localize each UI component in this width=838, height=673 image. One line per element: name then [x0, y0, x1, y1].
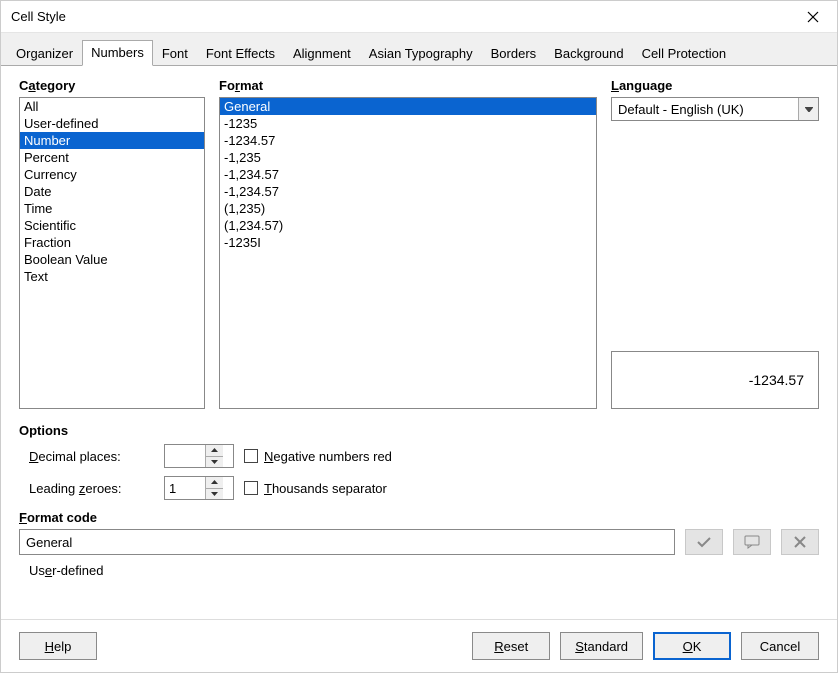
- negative-red-label: Negative numbers red: [264, 449, 392, 464]
- tab-font[interactable]: Font: [153, 41, 197, 66]
- list-item[interactable]: Time: [20, 200, 204, 217]
- format-code-input[interactable]: [19, 529, 675, 555]
- dialog-button-bar: Help Reset Standard OK Cancel: [1, 619, 837, 672]
- list-item[interactable]: -1,235: [220, 149, 596, 166]
- tab-numbers[interactable]: Numbers: [82, 40, 153, 66]
- negative-red-checkbox-row[interactable]: Negative numbers red: [244, 449, 444, 464]
- comment-icon: [744, 535, 760, 549]
- list-item[interactable]: -1234.57: [220, 132, 596, 149]
- spin-up-icon[interactable]: [206, 477, 223, 488]
- decimal-places-label: Decimal places:: [29, 449, 154, 464]
- help-button[interactable]: Help: [19, 632, 97, 660]
- tab-content: Category All User-defined Number Percent…: [1, 66, 837, 619]
- language-column: Language Default - English (UK) -1234.57: [611, 78, 819, 409]
- language-heading: Language: [611, 78, 819, 93]
- tab-cell-protection[interactable]: Cell Protection: [633, 41, 736, 66]
- spin-down-icon[interactable]: [206, 488, 223, 500]
- close-button[interactable]: [793, 3, 833, 31]
- list-item[interactable]: Date: [20, 183, 204, 200]
- spin-down-icon[interactable]: [206, 456, 223, 468]
- window-title: Cell Style: [11, 9, 793, 24]
- format-code-section: Format code User-defined: [19, 510, 819, 578]
- remove-format-button[interactable]: [781, 529, 819, 555]
- tab-organizer[interactable]: Organizer: [7, 41, 82, 66]
- edit-comment-button[interactable]: [733, 529, 771, 555]
- options-heading: Options: [19, 423, 819, 438]
- cancel-button[interactable]: Cancel: [741, 632, 819, 660]
- close-icon: [807, 11, 819, 23]
- tab-font-effects[interactable]: Font Effects: [197, 41, 284, 66]
- format-heading: Format: [219, 78, 597, 93]
- list-item[interactable]: (1,235): [220, 200, 596, 217]
- cell-style-dialog: Cell Style Organizer Numbers Font Font E…: [0, 0, 838, 673]
- format-code-heading: Format code: [19, 510, 819, 525]
- list-item[interactable]: Boolean Value: [20, 251, 204, 268]
- language-dropdown[interactable]: Default - English (UK): [611, 97, 819, 121]
- ok-button[interactable]: OK: [653, 632, 731, 660]
- list-item[interactable]: -1235: [220, 115, 596, 132]
- category-listbox[interactable]: All User-defined Number Percent Currency…: [19, 97, 205, 409]
- standard-button[interactable]: Standard: [560, 632, 643, 660]
- titlebar: Cell Style: [1, 1, 837, 33]
- list-item[interactable]: (1,234.57): [220, 217, 596, 234]
- list-item[interactable]: -1235I: [220, 234, 596, 251]
- leading-zeroes-stepper[interactable]: [164, 476, 234, 500]
- delete-icon: [794, 536, 806, 548]
- list-item[interactable]: General: [220, 98, 596, 115]
- chevron-down-icon[interactable]: [798, 98, 818, 120]
- list-item[interactable]: Scientific: [20, 217, 204, 234]
- leading-zeroes-input[interactable]: [165, 477, 205, 499]
- thousands-sep-label: Thousands separator: [264, 481, 387, 496]
- list-item[interactable]: Number: [20, 132, 204, 149]
- list-item[interactable]: Percent: [20, 149, 204, 166]
- category-heading: Category: [19, 78, 205, 93]
- list-item[interactable]: User-defined: [20, 115, 204, 132]
- negative-red-checkbox[interactable]: [244, 449, 258, 463]
- thousands-sep-checkbox-row[interactable]: Thousands separator: [244, 481, 444, 496]
- list-item[interactable]: -1,234.57: [220, 183, 596, 200]
- thousands-sep-checkbox[interactable]: [244, 481, 258, 495]
- list-item[interactable]: All: [20, 98, 204, 115]
- format-column: Format General -1235 -1234.57 -1,235 -1,…: [219, 78, 597, 409]
- list-item[interactable]: Text: [20, 268, 204, 285]
- check-icon: [696, 536, 712, 548]
- reset-button[interactable]: Reset: [472, 632, 550, 660]
- leading-zeroes-label: Leading zeroes:: [29, 481, 154, 496]
- format-listbox[interactable]: General -1235 -1234.57 -1,235 -1,234.57 …: [219, 97, 597, 409]
- preview-value: -1234.57: [749, 372, 804, 388]
- language-value: Default - English (UK): [612, 102, 798, 117]
- list-item[interactable]: Currency: [20, 166, 204, 183]
- list-item[interactable]: Fraction: [20, 234, 204, 251]
- add-format-button[interactable]: [685, 529, 723, 555]
- list-item[interactable]: -1,234.57: [220, 166, 596, 183]
- tab-borders[interactable]: Borders: [482, 41, 546, 66]
- tab-background[interactable]: Background: [545, 41, 632, 66]
- decimal-places-input[interactable]: [165, 445, 205, 467]
- options-section: Options Decimal places: Negative numbers…: [19, 423, 819, 500]
- decimal-places-stepper[interactable]: [164, 444, 234, 468]
- tab-asian-typography[interactable]: Asian Typography: [360, 41, 482, 66]
- format-preview: -1234.57: [611, 351, 819, 409]
- user-defined-note: User-defined: [19, 563, 819, 578]
- tab-strip: Organizer Numbers Font Font Effects Alig…: [1, 33, 837, 66]
- category-column: Category All User-defined Number Percent…: [19, 78, 205, 409]
- spin-up-icon[interactable]: [206, 445, 223, 456]
- tab-alignment[interactable]: Alignment: [284, 41, 360, 66]
